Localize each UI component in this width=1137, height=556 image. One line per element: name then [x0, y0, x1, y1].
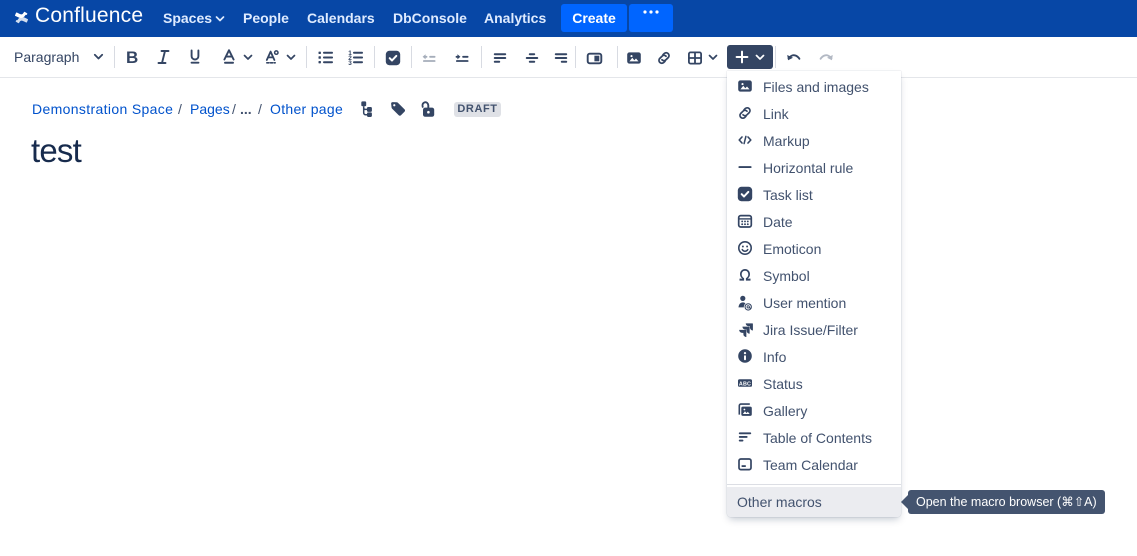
svg-text:ABC: ABC — [739, 381, 751, 387]
svg-text:3: 3 — [348, 60, 352, 66]
